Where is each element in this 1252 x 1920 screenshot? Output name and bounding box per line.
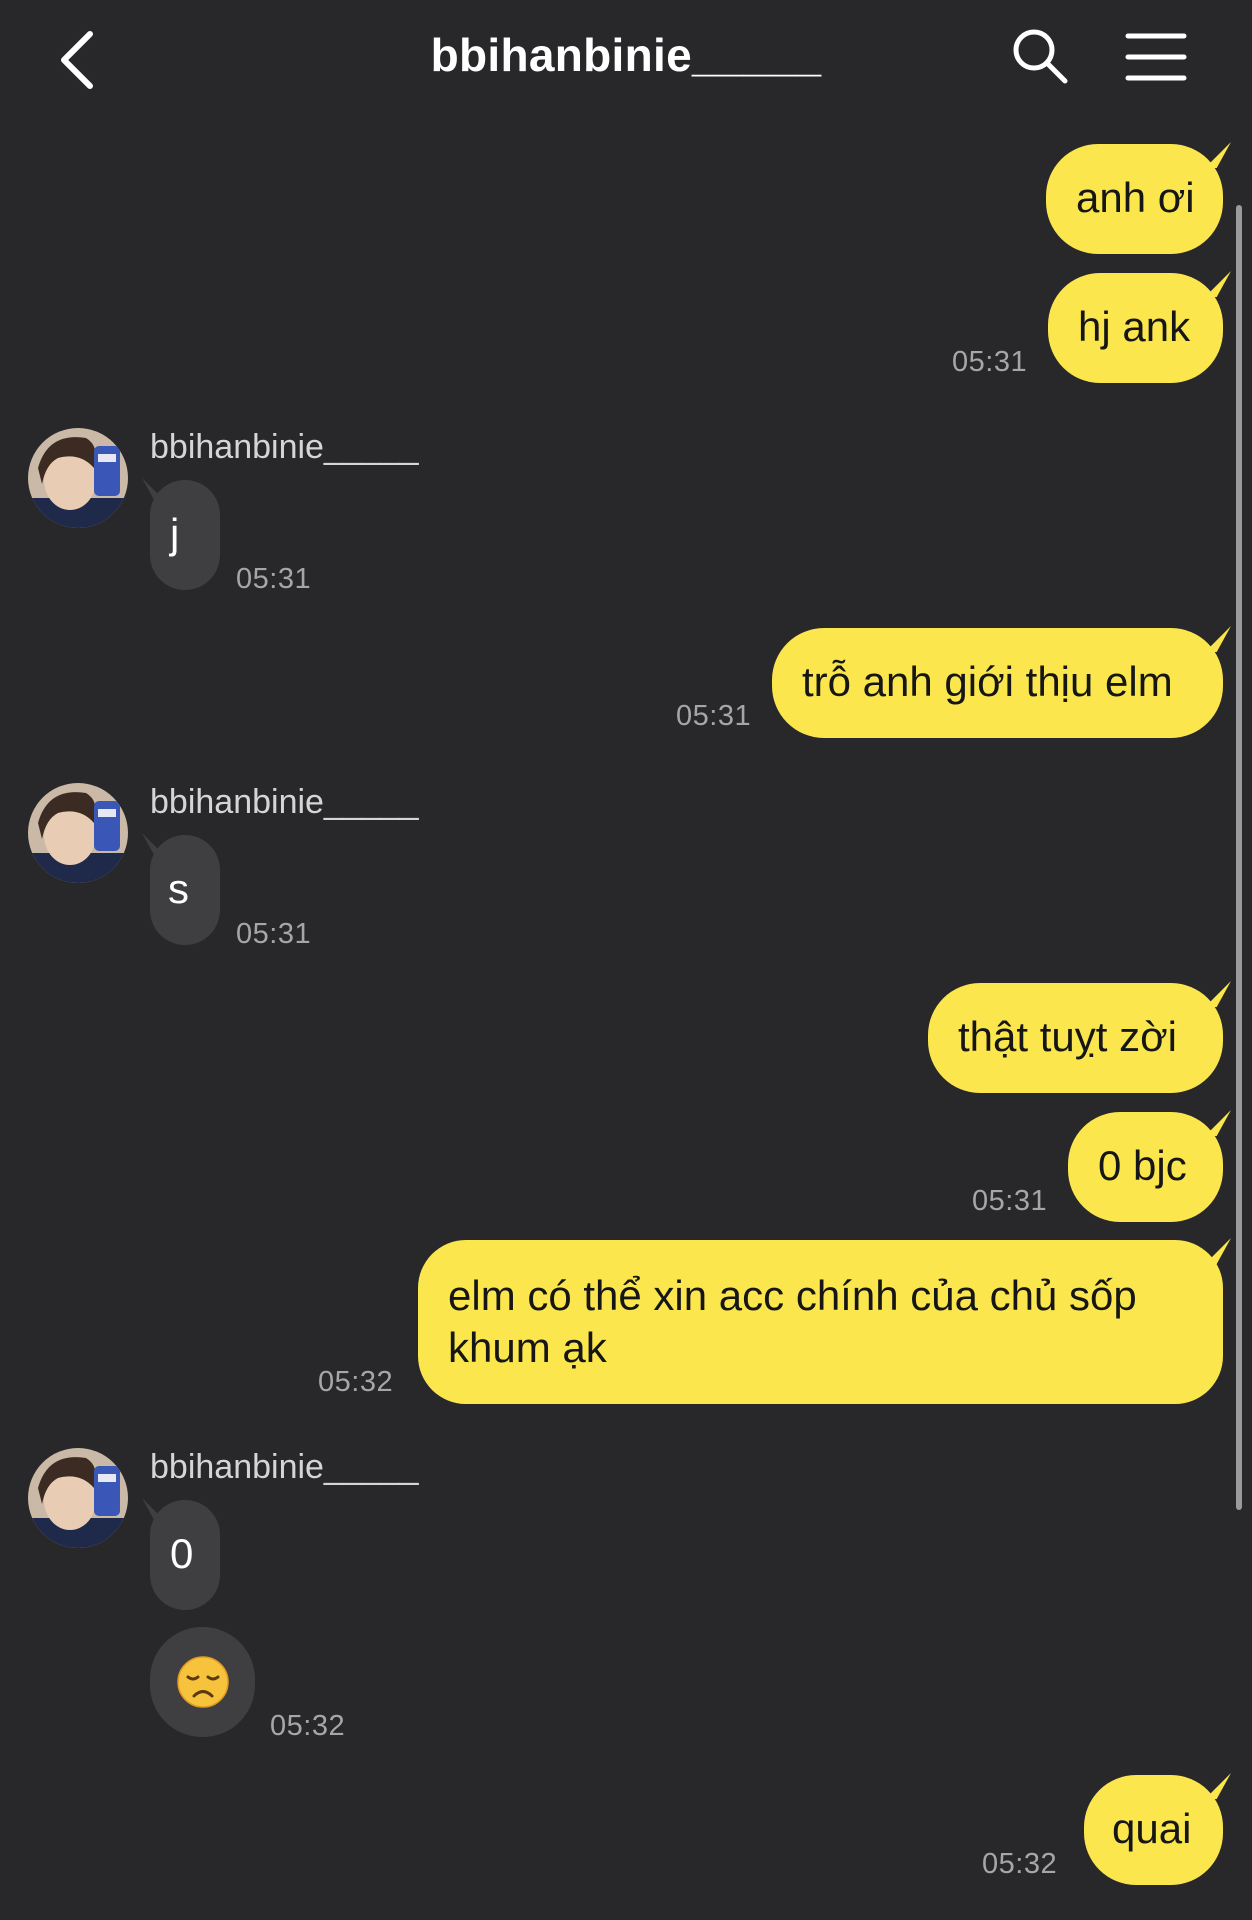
message-timestamp: 05:31 <box>972 1185 1048 1217</box>
their-message-bubble[interactable]: 0 <box>150 1500 220 1610</box>
their-emoji-bubble[interactable] <box>150 1627 255 1737</box>
scrollbar[interactable] <box>1236 205 1242 1510</box>
message-timestamp: 05:31 <box>952 346 1028 378</box>
my-message-bubble[interactable]: quai <box>1084 1775 1223 1885</box>
my-message-bubble[interactable]: trỗ anh giới thịu elm <box>772 628 1223 738</box>
my-message-bubble[interactable]: hj ank <box>1048 273 1223 383</box>
my-message-bubble[interactable]: thật tuỵt zời <box>928 983 1223 1093</box>
message-timestamp: 05:32 <box>982 1848 1058 1880</box>
message-text-line-1: elm có thể xin acc chính của chủ sốp <box>448 1272 1137 1319</box>
sender-name: bbihanbinie_____ <box>150 783 419 821</box>
message-timestamp: 05:31 <box>236 918 312 950</box>
message-text: quai <box>1112 1805 1192 1852</box>
their-message-bubble[interactable]: j <box>150 480 220 590</box>
message-text: j <box>170 510 180 557</box>
message-text: 0 bjc <box>1098 1142 1187 1189</box>
message-text-line-2: khum ạk <box>448 1324 607 1371</box>
my-message-bubble[interactable]: elm có thể xin acc chính của chủ sốp khu… <box>418 1240 1223 1404</box>
message-timestamp: 05:32 <box>318 1366 394 1398</box>
sender-avatar[interactable] <box>28 783 128 883</box>
my-message-bubble[interactable]: anh ơi <box>1046 144 1223 254</box>
disappointed-face-icon <box>177 1656 229 1708</box>
message-timestamp: 05:31 <box>236 563 312 595</box>
sender-avatar[interactable] <box>28 1448 128 1548</box>
message-text: trỗ anh giới thịu elm <box>802 658 1173 705</box>
message-text: anh ơi <box>1076 174 1195 221</box>
message-timestamp: 05:32 <box>270 1710 346 1742</box>
menu-icon[interactable] <box>1124 30 1188 84</box>
my-message-bubble[interactable]: 0 bjc <box>1068 1112 1223 1222</box>
chat-header: bbihanbinie_____ <box>0 0 1252 120</box>
sender-avatar[interactable] <box>28 428 128 528</box>
search-icon[interactable] <box>1010 26 1070 86</box>
their-message-bubble[interactable]: s <box>150 835 220 945</box>
message-text: 0 <box>170 1530 194 1577</box>
message-text: s <box>168 865 189 912</box>
sender-name: bbihanbinie_____ <box>150 428 419 466</box>
sender-name: bbihanbinie_____ <box>150 1448 419 1486</box>
message-text: thật tuỵt zời <box>958 1013 1177 1060</box>
message-timestamp: 05:31 <box>676 700 752 732</box>
message-text: hj ank <box>1078 303 1191 350</box>
